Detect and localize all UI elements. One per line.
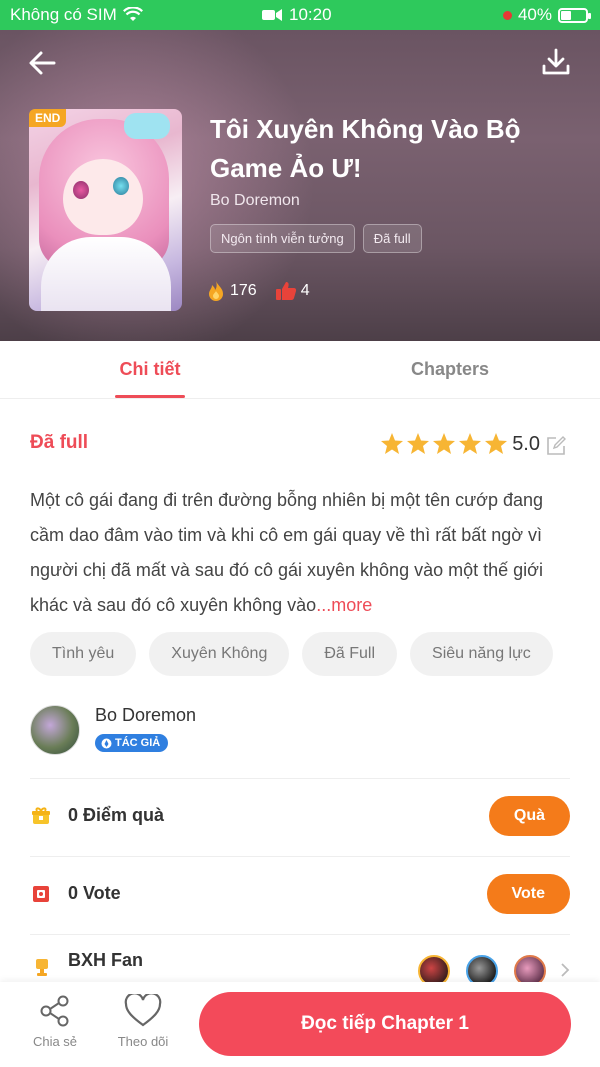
detail-tabs: Chi tiết Chapters [0,341,600,399]
book-header: END Tôi Xuyên Không Vào Bộ Game Ảo Ư! Bo… [0,30,600,341]
book-tag[interactable]: Đã full [362,224,422,253]
gift-points-label: 0 Điểm quà [68,805,165,825]
rating-value: 5.0 [512,433,540,455]
star-icon [381,433,403,454]
genre-chips: Tình yêu Xuyên Không Đã Full Siêu năng l… [30,632,553,676]
gift-button[interactable]: Quà [488,796,570,836]
gift-points-row: 0 Điểm quà Quà [30,779,570,857]
views-stat: 176 [206,280,257,302]
book-stats: 176 4 [206,280,310,302]
bottom-action-bar: Chia sẻ Theo dõi Đọc tiếp Chapter 1 [0,982,600,1067]
rating-stars[interactable] [380,432,508,455]
carrier-label: Không có SIM [10,5,117,24]
genre-chip[interactable]: Xuyên Không [149,632,290,676]
fan-ranking-row[interactable]: BXH Fan [30,935,570,987]
star-icon [459,433,481,454]
battery-percent: 40% [517,5,552,24]
likes-count: 4 [300,282,310,299]
recording-dot-icon [502,10,512,20]
chevron-right-icon [561,963,570,977]
share-button[interactable]: Chia sẻ [25,994,85,1049]
author-avatar[interactable] [30,705,80,755]
genre-chip[interactable]: Siêu năng lực [410,632,553,676]
book-description: Một cô gái đang đi trên đường bỗng nhiên… [30,483,570,623]
likes-stat: 4 [275,281,310,301]
description-text: Một cô gái đang đi trên đường bỗng nhiên… [30,490,544,615]
tab-details-label: Chi tiết [119,359,181,379]
active-tab-indicator [115,395,185,398]
continue-reading-button[interactable]: Đọc tiếp Chapter 1 [199,992,571,1056]
author-badge-label: TÁC GIẢ [115,737,161,749]
pen-nib-icon [101,738,112,748]
star-icon [433,433,455,454]
gift-icon [32,807,50,824]
follow-button[interactable]: Theo dõi [113,994,173,1049]
vote-row: 0 Vote Vote [30,857,570,935]
vote-count-label: 0 Vote [68,883,121,903]
fan-ranking-label: BXH Fan [68,950,144,970]
book-tag[interactable]: Ngôn tình viễn tưởng [210,224,355,253]
trophy-icon [36,959,48,976]
clock: 10:20 [289,5,332,24]
book-cover [29,109,182,311]
video-camera-icon [262,9,282,21]
completion-status: Đã full [30,432,89,453]
tab-chapters[interactable]: Chapters [300,341,600,398]
battery-level [561,10,571,20]
book-author[interactable]: Bo Doremon [210,192,300,210]
author-card[interactable]: Bo Doremon TÁC GIẢ [30,703,570,779]
battery-icon [558,7,591,23]
status-bar: Không có SIM 10:20 40% [0,0,600,30]
share-icon [40,995,69,1027]
star-icon [407,433,429,454]
genre-chip[interactable]: Đã Full [302,632,398,676]
download-icon[interactable] [540,46,572,78]
author-badge: TÁC GIẢ [95,734,169,752]
book-title: Tôi Xuyên Không Vào Bộ Game Ảo Ư! [210,114,521,183]
author-name[interactable]: Bo Doremon [95,705,196,726]
wifi-icon [122,7,143,21]
share-label: Chia sẻ [32,1034,78,1049]
views-count: 176 [230,282,257,299]
vote-ticket-icon [33,886,49,902]
heart-icon [124,994,162,1027]
vote-button[interactable]: Vote [486,874,570,914]
follow-label: Theo dõi [117,1034,169,1049]
thumbs-up-icon [275,282,296,300]
edit-rating-icon[interactable] [546,436,566,456]
read-more-link[interactable]: ...more [316,595,372,615]
tab-details[interactable]: Chi tiết [0,341,300,398]
back-arrow-icon[interactable] [26,46,60,80]
book-tags: Ngôn tình viễn tưởng Đã full [210,224,422,253]
star-icon [485,433,507,454]
tab-chapters-label: Chapters [410,359,490,379]
end-badge: END [29,109,67,127]
genre-chip[interactable]: Tình yêu [30,632,137,676]
fire-icon [209,281,223,301]
status-rating-row: Đã full 5.0 [30,430,570,460]
